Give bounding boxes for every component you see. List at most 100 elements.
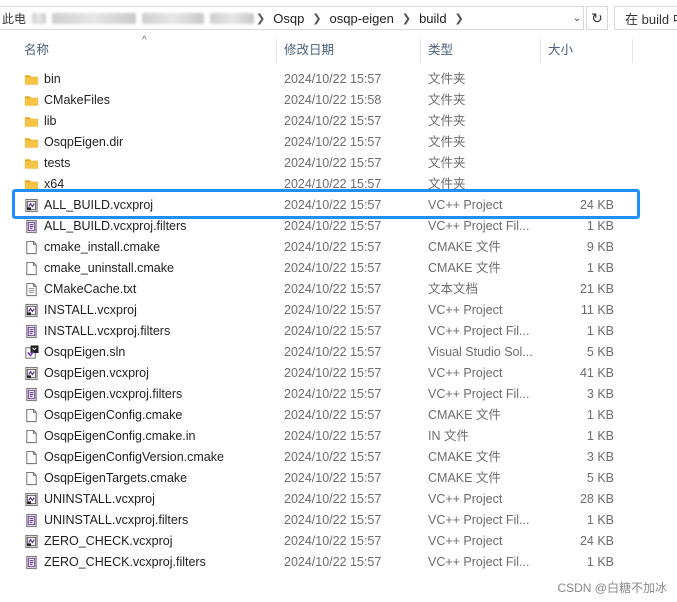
file-date: 2024/10/22 15:57 [284,324,382,338]
file-row[interactable]: OsqpEigenConfig.cmake 2024/10/22 15:57 CMA… [0,405,660,426]
file-size: 1 KB [586,324,614,338]
file-date: 2024/10/22 15:57 [284,429,382,443]
column-header-row: ^ 名称 修改日期 类型 大小 [0,35,677,63]
column-header-type[interactable]: 类型 [428,37,453,63]
file-name: CMakeFiles [44,93,110,107]
file-name: OsqpEigen.dir [44,135,124,149]
file-size: 1 KB [586,555,614,569]
file-date: 2024/10/22 15:57 [284,135,382,149]
blurred-segment [142,12,205,24]
file-date: 2024/10/22 15:57 [284,219,382,233]
breadcrumb-osqp-eigen[interactable]: osqp-eigen [324,11,400,26]
file-type: IN 文件 [428,429,469,443]
file-row[interactable]: INSTALL.vcxproj 2024/10/22 15:57 VC++ Proj… [0,300,660,321]
file-row[interactable]: ZERO_CHECK.vcxproj 2024/10/22 15:57 VC++ P… [0,531,660,552]
file-date: 2024/10/22 15:57 [284,282,382,296]
file-type: CMAKE 文件 [428,408,501,422]
filters-icon [24,324,39,339]
file-row[interactable]: UNINSTALL.vcxproj.filters 2024/10/22 15:5… [0,510,660,531]
file-row[interactable]: lib 2024/10/22 15:57 文件夹 [0,111,660,132]
file-size: 1 KB [586,219,614,233]
file-type: 文件夹 [428,72,466,86]
refresh-button[interactable]: ↻ [586,6,608,30]
file-size: 5 KB [586,345,614,359]
file-row[interactable]: ALL_BUILD.vcxproj.filters 2024/10/22 15:5… [0,216,660,237]
breadcrumb-build[interactable]: build [413,11,452,26]
file-row[interactable]: bin 2024/10/22 15:57 文件夹 [0,69,660,90]
file-row[interactable]: OsqpEigen.sln 2024/10/22 15:57 Visual Stud… [0,342,660,363]
search-input[interactable]: 在 build 中 [614,6,677,30]
file-row[interactable]: UNINSTALL.vcxproj 2024/10/22 15:57 VC++ Pr… [0,489,660,510]
file-size: 1 KB [586,429,614,443]
file-icon [24,408,39,423]
column-divider[interactable] [420,39,421,63]
column-header-size[interactable]: 大小 [548,37,573,63]
file-row[interactable]: OsqpEigenConfigVersion.cmake 2024/10/22 1… [0,447,660,468]
vcxproj-icon [24,492,39,507]
chevron-right-icon[interactable]: ❯ [453,12,466,25]
file-icon [24,471,39,486]
chevron-right-icon[interactable]: ❯ [400,12,413,25]
blurred-segment [52,12,137,24]
sln-icon [24,345,39,360]
file-row[interactable]: cmake_install.cmake 2024/10/22 15:57 CMAKE… [0,237,660,258]
file-size: 11 KB [580,303,614,317]
file-date: 2024/10/22 15:57 [284,408,382,422]
highlight-box [12,189,640,219]
file-row[interactable]: cmake_uninstall.cmake 2024/10/22 15:57 CMA… [0,258,660,279]
column-divider[interactable] [540,39,541,63]
file-row[interactable]: OsqpEigen.vcxproj 2024/10/22 15:57 VC++ Pr… [0,363,660,384]
file-name: OsqpEigen.vcxproj.filters [44,387,183,401]
file-name: bin [44,72,61,86]
file-size: 21 KB [579,282,614,296]
file-name: INSTALL.vcxproj.filters [44,324,171,338]
file-row[interactable]: tests 2024/10/22 15:57 文件夹 [0,153,660,174]
text-file-icon [24,282,39,297]
file-name: tests [44,156,71,170]
breadcrumb-osqp[interactable]: Osqp [267,11,310,26]
file-size: 1 KB [586,261,614,275]
filters-icon [24,387,39,402]
file-type: CMAKE 文件 [428,240,501,254]
file-row[interactable]: ZERO_CHECK.vcxproj.filters 2024/10/22 15:… [0,552,660,573]
address-history-dropdown[interactable]: ⌄ [570,9,584,27]
file-row[interactable]: OsqpEigenConfig.cmake.in 2024/10/22 15:57… [0,426,660,447]
file-date: 2024/10/22 15:57 [284,303,382,317]
file-row[interactable]: INSTALL.vcxproj.filters 2024/10/22 15:57 V… [0,321,660,342]
blurred-segment [210,12,255,24]
chevron-right-icon: ❯ [256,12,266,25]
file-name: ZERO_CHECK.vcxproj [44,534,173,548]
file-icon [24,429,39,444]
file-type: CMAKE 文件 [428,471,501,485]
search-placeholder: 在 build 中 [625,11,677,27]
file-row[interactable]: OsqpEigen.dir 2024/10/22 15:57 文件夹 [0,132,660,153]
column-header-name[interactable]: 名称 [24,37,49,63]
file-name: CMakeCache.txt [44,282,137,296]
column-divider[interactable] [276,39,277,63]
file-size: 3 KB [586,387,614,401]
blurred-prefix-text: 此电 [2,11,27,26]
file-name: INSTALL.vcxproj [44,303,137,317]
file-date: 2024/10/22 15:58 [284,93,382,107]
folder-icon [24,72,39,87]
file-name: cmake_uninstall.cmake [44,261,174,275]
folder-icon [24,156,39,171]
file-row[interactable]: OsqpEigenTargets.cmake 2024/10/22 15:57 CM… [0,468,660,489]
file-row[interactable]: CMakeCache.txt 2024/10/22 15:57 文本文档 21 KB [0,279,660,300]
breadcrumb[interactable]: 此电 ❯ Osqp ❯ osqp-eigen ❯ build ❯ [0,6,584,30]
file-type: VC++ Project [428,366,503,380]
column-divider[interactable] [632,39,633,63]
refresh-icon: ↻ [591,9,603,26]
file-name: OsqpEigenConfig.cmake.in [44,429,196,443]
file-row[interactable]: OsqpEigen.vcxproj.filters 2024/10/22 15:5… [0,384,660,405]
file-type: 文件夹 [428,135,466,149]
file-date: 2024/10/22 15:57 [284,240,382,254]
file-type: VC++ Project Fil... [428,387,530,401]
file-row[interactable]: CMakeFiles 2024/10/22 15:58 文件夹 [0,90,660,111]
file-size: 1 KB [586,408,614,422]
column-header-date[interactable]: 修改日期 [284,37,334,63]
file-date: 2024/10/22 15:57 [284,345,382,359]
chevron-right-icon[interactable]: ❯ [310,12,323,25]
vcxproj-icon [24,366,39,381]
watermark: CSDN @白糖不加冰 [557,581,667,595]
